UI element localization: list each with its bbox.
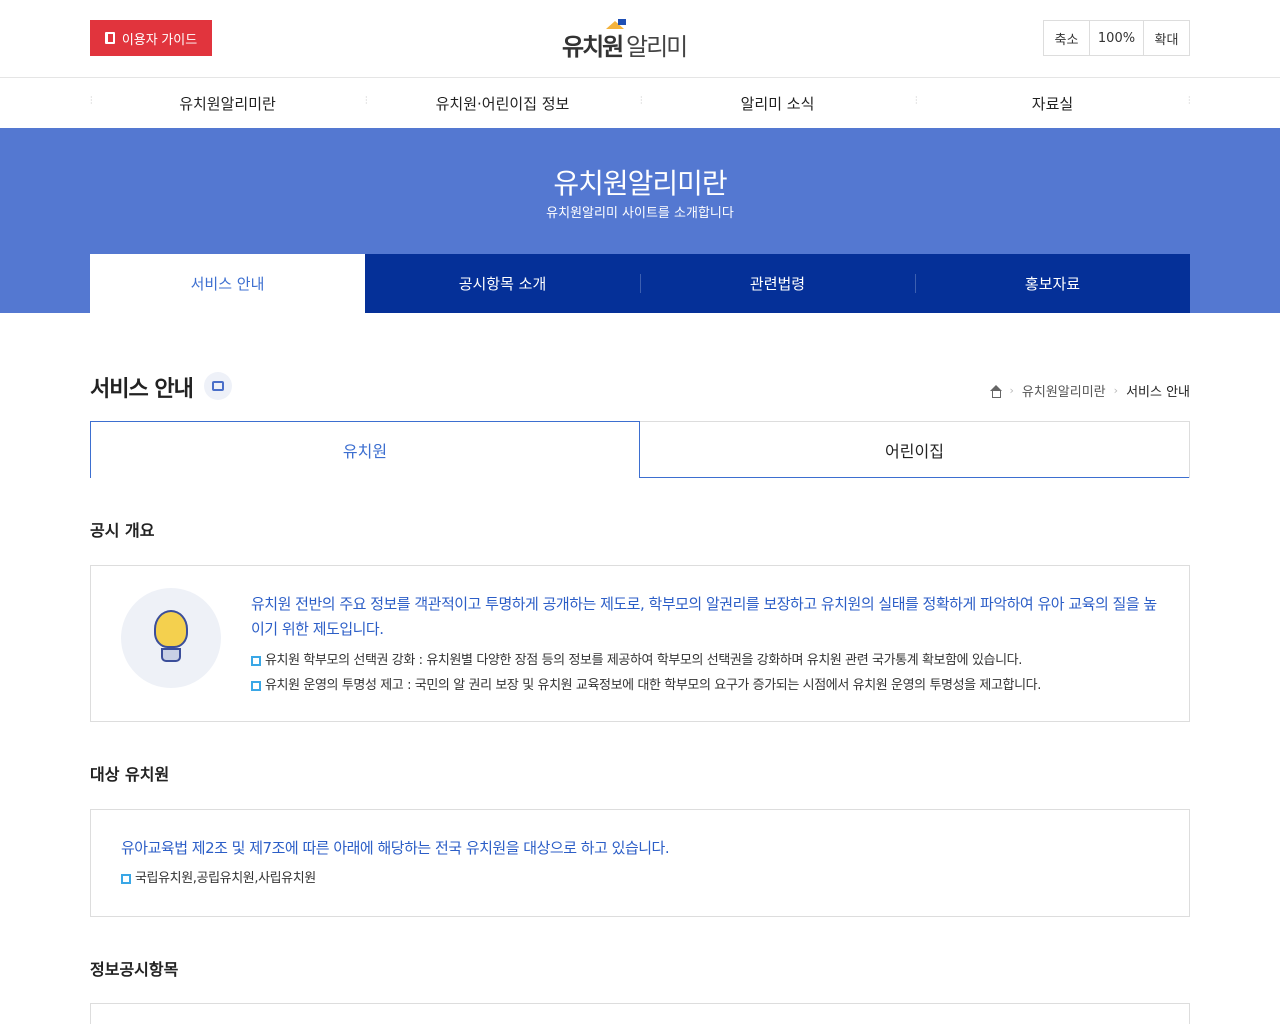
section-heading-overview: 공시 개요 [90, 521, 155, 540]
gnb-label: 유치원알리미란 [179, 94, 276, 113]
bulb-base [161, 648, 181, 662]
logo-text-bold: 유치원 [562, 33, 624, 61]
target-list: 국립유치원,공립유치원,사립유치원 [121, 866, 316, 891]
printer-icon [212, 381, 224, 391]
gnb-label: 자료실 [1031, 94, 1074, 113]
list-item: 유치원 운영의 투명성 제고 : 국민의 알 권리 보장 및 유치원 교육정보에… [251, 673, 1041, 698]
list-item: 유치원 학부모의 선택권 강화 : 유치원별 다양한 장점 등의 정보를 제공하… [251, 648, 1041, 673]
tab-kindergarten[interactable]: 유치원 [90, 421, 640, 478]
site-header: 이용자 가이드 유치원 알리미 축소 100% 확대 [0, 0, 1280, 78]
tab-related-laws[interactable]: 관련법령 [640, 254, 915, 313]
items-box [90, 1003, 1190, 1024]
logo-text-light: 알리미 [626, 33, 688, 61]
lightbulb-icon [121, 588, 221, 688]
gnb-item-archive[interactable]: · · · 자료실 [915, 78, 1190, 128]
breadcrumb: › 유치원알리미란 › 서비스 안내 [989, 381, 1190, 400]
section-heading-items: 정보공시항목 [90, 960, 179, 979]
gnb-label: 알리미 소식 [740, 94, 815, 113]
book-icon [104, 32, 115, 44]
overview-list: 유치원 학부모의 선택권 강화 : 유치원별 다양한 장점 등의 정보를 제공하… [251, 648, 1041, 698]
tab-service-guide[interactable]: 서비스 안내 [90, 254, 365, 313]
list-item: 국립유치원,공립유치원,사립유치원 [121, 866, 316, 891]
divider-dots: · · · [90, 93, 93, 108]
institution-tabs: 유치원 어린이집 [90, 421, 1190, 478]
zoom-controls: 축소 100% 확대 [1043, 20, 1190, 56]
tab-daycare[interactable]: 어린이집 [640, 421, 1190, 478]
zoom-level: 100% [1090, 21, 1144, 55]
site-logo[interactable]: 유치원 알리미 [562, 19, 722, 61]
gnb-item-about[interactable]: · · · 유치원알리미란 [90, 78, 365, 128]
tab-label: 관련법령 [749, 275, 806, 293]
tab-label: 공시항목 소개 [458, 275, 547, 293]
overview-box: 유치원 전반의 주요 정보를 객관적이고 투명하게 공개하는 제도로, 학부모의… [90, 565, 1190, 722]
main-navigation: · · · 유치원알리미란 · · · 유치원·어린이집 정보 · · · 알리미 소식 ·… [90, 78, 1191, 128]
sub-banner: 유치원알리미란 유치원알리미 사이트를 소개합니다 서비스 안내 공시항목 소개… [0, 128, 1280, 313]
tab-disclosure-items[interactable]: 공시항목 소개 [365, 254, 640, 313]
tab-promo-materials[interactable]: 홍보자료 [915, 254, 1190, 313]
user-guide-button[interactable]: 이용자 가이드 [90, 20, 212, 56]
gnb-item-info[interactable]: · · · 유치원·어린이집 정보 [365, 78, 640, 128]
target-box: 유아교육법 제2조 및 제7조에 따른 아래에 해당하는 전국 유치원을 대상으… [90, 809, 1190, 917]
bulb-glass [154, 610, 188, 648]
flag-icon [618, 19, 626, 25]
chevron-right-icon: › [1113, 384, 1119, 397]
breadcrumb-current: 서비스 안내 [1126, 385, 1190, 400]
tab-separator [915, 274, 916, 293]
breadcrumb-item[interactable]: 유치원알리미란 [1022, 381, 1106, 400]
section-heading-target: 대상 유치원 [90, 765, 170, 784]
home-icon[interactable] [989, 384, 1002, 398]
sub-tabs: 서비스 안내 공시항목 소개 관련법령 홍보자료 [90, 254, 1190, 313]
chevron-right-icon: › [1009, 384, 1014, 397]
tab-separator [640, 274, 641, 293]
print-button[interactable] [204, 372, 232, 400]
zoom-in-button[interactable]: 확대 [1144, 21, 1189, 55]
banner-subtitle: 유치원알리미 사이트를 소개합니다 [546, 206, 734, 221]
tab-label: 홍보자료 [1024, 275, 1081, 293]
page-title: 서비스 안내 [90, 377, 194, 402]
gnb-item-news[interactable]: · · · 알리미 소식 [640, 78, 915, 128]
divider-dots: · · · [1188, 93, 1191, 108]
gnb-label: 유치원·어린이집 정보 [435, 94, 570, 113]
divider-dots: · · · [640, 93, 643, 108]
zoom-out-button[interactable]: 축소 [1044, 21, 1090, 55]
target-lead: 유아교육법 제2조 및 제7조에 따른 아래에 해당하는 전국 유치원을 대상으… [121, 839, 670, 857]
divider-dots: · · · [915, 93, 918, 108]
overview-lead: 유치원 전반의 주요 정보를 객관적이고 투명하게 공개하는 제도로, 학부모의… [251, 595, 1157, 638]
banner-title: 유치원알리미란 [553, 167, 727, 200]
divider-dots: · · · [365, 93, 368, 108]
user-guide-label: 이용자 가이드 [121, 31, 198, 47]
